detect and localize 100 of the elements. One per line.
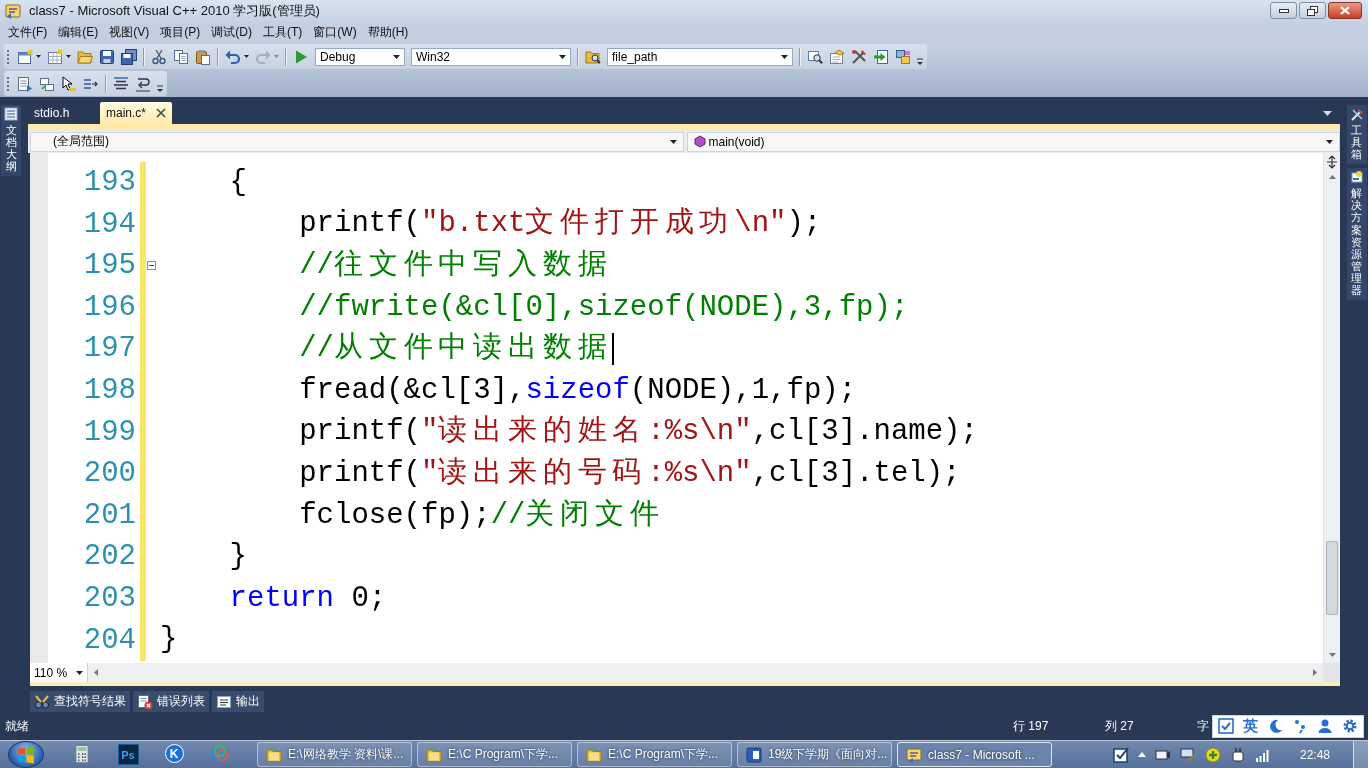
app-circle-icon[interactable]: K: [164, 744, 184, 763]
menu-item[interactable]: 编辑(E): [54, 22, 103, 43]
tick-box-icon[interactable]: [1112, 746, 1129, 763]
pointer-icon[interactable]: [61, 75, 77, 92]
tick-box-icon[interactable]: [1217, 718, 1234, 734]
scroll-left-icon[interactable]: [94, 669, 98, 676]
document-tab[interactable]: main.c*: [100, 102, 172, 124]
save-icon[interactable]: [99, 48, 115, 65]
code-line: //从文件中读出数据: [299, 331, 613, 368]
caret-icon: [559, 54, 566, 59]
splitter-icon[interactable]: [1325, 155, 1339, 169]
close-button[interactable]: [1328, 2, 1362, 19]
start-button[interactable]: [8, 741, 44, 768]
close-icon: [1340, 6, 1350, 15]
screen-pen-icon[interactable]: [1179, 746, 1196, 763]
menu-item[interactable]: 工具(T): [259, 22, 307, 43]
user-icon[interactable]: [1317, 718, 1334, 734]
side-tab[interactable]: 文档大纲: [1, 105, 21, 177]
scrollbar-thumb[interactable]: [1326, 541, 1338, 615]
menu-item[interactable]: 窗口(W): [309, 22, 361, 43]
side-tab[interactable]: 工具箱: [1346, 105, 1367, 165]
member-dropdown[interactable]: main(void): [686, 131, 1340, 152]
taskbar-button[interactable]: E:\C Program\下学...: [577, 742, 732, 767]
document-tab[interactable]: stdio.h: [28, 102, 95, 124]
scope-dropdown[interactable]: (全局范围): [30, 131, 684, 152]
ime-mode-toggle[interactable]: 英: [1242, 716, 1258, 736]
app-icon[interactable]: [5, 3, 21, 19]
windows-arrow-icon[interactable]: [39, 75, 55, 92]
panel-tab[interactable]: 查找符号结果: [30, 691, 130, 712]
copy-icon[interactable]: [173, 48, 189, 65]
minimize-button[interactable]: [1270, 2, 1297, 19]
menu-item[interactable]: 文件(F): [4, 22, 52, 43]
taskbar-button[interactable]: class7 - Microsoft ...: [897, 742, 1052, 767]
caret-icon: [781, 54, 788, 59]
line-number: 195: [83, 249, 136, 283]
show-desktop-button[interactable]: [1353, 741, 1368, 768]
taskbar-button[interactable]: E:\C Program\下学...: [417, 742, 572, 767]
window-title: class7 - Microsoft Visual C++ 2010 学习版(管理员): [29, 2, 320, 20]
panel-tab[interactable]: 输出: [212, 691, 264, 712]
code-line: }: [229, 539, 247, 576]
scroll-down-icon[interactable]: [1328, 653, 1336, 657]
paste-icon[interactable]: [195, 48, 211, 65]
menu-item[interactable]: 视图(V): [105, 22, 154, 43]
code-line: //fwrite(&cl[0],sizeof(NODE),3,fp);: [299, 289, 909, 326]
properties-icon[interactable]: [829, 48, 845, 65]
add-item-icon[interactable]: [47, 48, 63, 65]
save-all-icon[interactable]: [121, 48, 137, 65]
open-folder-icon[interactable]: [77, 48, 93, 65]
restore-button[interactable]: [1299, 2, 1326, 19]
align-icon[interactable]: [113, 75, 129, 92]
plug-icon[interactable]: [1229, 746, 1246, 763]
taskbar-button[interactable]: E:\网络教学 资料\课...: [257, 742, 412, 767]
menu-item[interactable]: 调试(D): [207, 22, 256, 43]
cut-icon[interactable]: [151, 48, 167, 65]
caret-icon[interactable]: [66, 55, 71, 58]
menu-item[interactable]: 项目(P): [156, 22, 205, 43]
caret-icon[interactable]: [244, 55, 249, 58]
tools-icon[interactable]: [851, 48, 867, 65]
indent-icon[interactable]: [135, 75, 151, 92]
collapse-icon[interactable]: [147, 261, 156, 271]
error-list-icon: [137, 693, 153, 710]
chevron-up-icon[interactable]: [1137, 752, 1146, 757]
dropdown-icon[interactable]: [1323, 111, 1332, 116]
code-line: }: [160, 622, 178, 659]
clock[interactable]: 22:48: [1299, 747, 1330, 762]
char-indicator: 字: [1197, 718, 1209, 733]
menu-item[interactable]: 帮助(H): [363, 22, 413, 43]
settings-icon[interactable]: [1342, 718, 1359, 734]
new-project-icon[interactable]: [17, 48, 33, 65]
line-number: 202: [83, 540, 136, 574]
search-icon[interactable]: [807, 48, 823, 65]
scroll-right-icon[interactable]: [1313, 669, 1317, 676]
arrow-box-icon[interactable]: [873, 48, 889, 65]
plus-circle-icon[interactable]: [1204, 746, 1221, 763]
calculator-icon[interactable]: [72, 744, 92, 764]
folder-icon: [426, 746, 442, 763]
close-icon[interactable]: [156, 108, 166, 118]
folder-icon: [266, 746, 282, 763]
caret-icon: [393, 54, 400, 59]
panel-tab[interactable]: 错误列表: [133, 691, 209, 712]
configuration-dropdown[interactable]: Debug: [315, 47, 405, 66]
play-icon[interactable]: [293, 48, 309, 65]
windows-icon[interactable]: [895, 48, 911, 65]
document-list-icon[interactable]: [17, 75, 33, 92]
side-tab[interactable]: 解决方案资源管理器: [1346, 168, 1367, 301]
line-number: 203: [83, 581, 136, 615]
undo-icon[interactable]: [225, 48, 241, 65]
line-number: 194: [83, 207, 136, 241]
overflow-icon[interactable]: [917, 56, 923, 65]
platform-dropdown[interactable]: Win32: [411, 47, 571, 66]
caret-icon[interactable]: [36, 55, 41, 58]
app-tile-icon[interactable]: Ps: [117, 744, 139, 765]
taskbar-button[interactable]: 19级下学期《面向对...: [737, 742, 892, 767]
folder-search-icon[interactable]: [585, 48, 601, 65]
restore-icon: [1307, 5, 1318, 16]
scroll-up-icon[interactable]: [1328, 175, 1336, 179]
overflow-icon[interactable]: [157, 83, 163, 92]
line-number: 196: [83, 290, 136, 324]
line-number: 193: [83, 166, 136, 199]
find-dropdown[interactable]: file_path: [607, 47, 793, 66]
